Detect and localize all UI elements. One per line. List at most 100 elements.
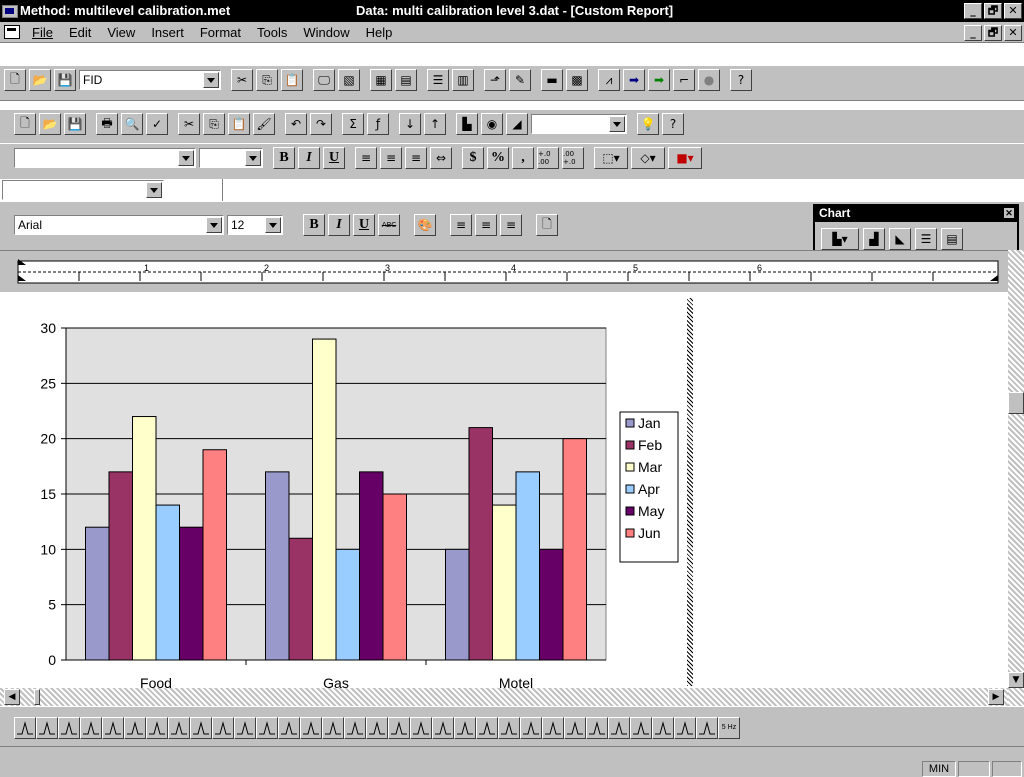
align-right-icon[interactable]: ≡ xyxy=(405,147,427,169)
copy2-icon[interactable]: ⎘ xyxy=(203,113,225,135)
integration-icon[interactable]: ⌐ xyxy=(673,69,695,91)
cut2-icon[interactable]: ✂ xyxy=(178,113,200,135)
bar-jun-food[interactable] xyxy=(202,449,227,661)
open-file-icon[interactable]: 📂 xyxy=(39,113,61,135)
peak-tool-icon[interactable] xyxy=(432,717,454,739)
run-sequence-icon[interactable]: ➡ xyxy=(648,69,670,91)
palette-icon[interactable]: 🎨 xyxy=(414,214,436,236)
name-box[interactable] xyxy=(2,180,164,200)
doc-close-button[interactable]: ✕ xyxy=(1004,25,1022,41)
chevron-down-icon[interactable] xyxy=(178,150,194,166)
page-icon[interactable]: 🗋 xyxy=(536,214,558,236)
bar-feb-gas[interactable] xyxy=(288,537,313,661)
map-icon[interactable]: ◉ xyxy=(481,113,503,135)
peak-tool-icon[interactable] xyxy=(388,717,410,739)
save-icon[interactable]: 💾 xyxy=(54,69,76,91)
spelling-icon[interactable]: ✓ xyxy=(146,113,168,135)
restore-button[interactable]: 🗗 xyxy=(984,3,1002,19)
bar-apr-motel[interactable] xyxy=(515,471,540,661)
peak-tool-icon[interactable] xyxy=(366,717,388,739)
column-divider[interactable] xyxy=(687,298,693,686)
document-icon[interactable] xyxy=(4,25,20,39)
format-painter-icon[interactable]: 🖌 xyxy=(253,113,275,135)
sample-icon[interactable]: ▩ xyxy=(566,69,588,91)
underline-button[interactable]: U xyxy=(323,147,345,169)
bar-may-food[interactable] xyxy=(179,526,204,661)
text-align-right-icon[interactable]: ≡ xyxy=(500,214,522,236)
tipwizard-icon[interactable]: 💡 xyxy=(637,113,659,135)
bar-may-gas[interactable] xyxy=(359,471,384,661)
zoom-select[interactable] xyxy=(531,114,627,134)
menu-view[interactable]: View xyxy=(99,25,143,40)
horizontal-scroll-thumb[interactable] xyxy=(34,689,40,705)
stop-icon[interactable]: ● xyxy=(698,69,720,91)
font-select[interactable] xyxy=(14,148,196,168)
peak-tool-icon[interactable] xyxy=(58,717,80,739)
chevron-down-icon[interactable] xyxy=(146,182,162,198)
report-icon[interactable]: ▥ xyxy=(452,69,474,91)
peak-tool-icon[interactable] xyxy=(322,717,344,739)
scroll-right-icon[interactable]: ▶ xyxy=(988,689,1004,705)
scroll-left-icon[interactable]: ◀ xyxy=(4,689,20,705)
peak-tool-icon[interactable] xyxy=(630,717,652,739)
default-chart-icon[interactable]: ▟ xyxy=(863,228,885,250)
bar-jun-motel[interactable] xyxy=(562,438,587,661)
new-file-icon[interactable]: 🗋 xyxy=(14,113,36,135)
context-help-icon[interactable]: ? xyxy=(662,113,684,135)
peak-tool-icon[interactable] xyxy=(80,717,102,739)
bold-button[interactable]: B xyxy=(273,147,295,169)
detector-select[interactable]: FID xyxy=(79,70,221,90)
legend-icon[interactable]: ▤ xyxy=(941,228,963,250)
doc-restore-button[interactable]: 🗗 xyxy=(984,25,1002,41)
peak-tool-icon[interactable] xyxy=(36,717,58,739)
peak-tool-icon[interactable] xyxy=(498,717,520,739)
bar-feb-motel[interactable] xyxy=(468,427,493,661)
chart[interactable]: 051015202530Food Gas MotelJanFebMarAprMayJ… xyxy=(0,292,1008,688)
peak-tool-icon[interactable] xyxy=(608,717,630,739)
instrument-icon[interactable]: ▬ xyxy=(541,69,563,91)
text-bold-button[interactable]: B xyxy=(303,214,325,236)
bar-feb-food[interactable] xyxy=(108,471,133,661)
peak-tool-icon[interactable] xyxy=(520,717,542,739)
font-color-icon[interactable]: ■▾ xyxy=(668,147,702,169)
chart-type-icon[interactable]: ▙▾ xyxy=(821,228,859,250)
currency-button[interactable]: $ xyxy=(462,147,484,169)
peak-tool-icon[interactable] xyxy=(696,717,718,739)
sort-descending-icon[interactable]: ↑ xyxy=(424,113,446,135)
sort-ascending-icon[interactable]: ↓ xyxy=(399,113,421,135)
peak-tool-icon[interactable] xyxy=(542,717,564,739)
bar-apr-gas[interactable] xyxy=(335,548,360,661)
peak-tool-icon[interactable] xyxy=(212,717,234,739)
calibration-icon[interactable]: ⬏ xyxy=(484,69,506,91)
app-icon[interactable] xyxy=(2,5,18,18)
bar-mar-gas[interactable] xyxy=(312,338,337,661)
copy-icon[interactable]: ⎘ xyxy=(256,69,278,91)
chevron-down-icon[interactable] xyxy=(245,150,261,166)
fill-color-icon[interactable]: ◇▾ xyxy=(631,147,665,169)
help-icon[interactable]: ? xyxy=(730,69,752,91)
peak-tool-icon[interactable] xyxy=(14,717,36,739)
function-icon[interactable]: ƒ xyxy=(367,113,389,135)
italic-button[interactable]: I xyxy=(298,147,320,169)
bar-mar-motel[interactable] xyxy=(492,504,517,661)
merge-center-icon[interactable]: ⇔ xyxy=(430,147,452,169)
font-size-select[interactable] xyxy=(199,148,263,168)
menu-tools[interactable]: Tools xyxy=(249,25,295,40)
peak-tool-icon[interactable] xyxy=(674,717,696,739)
print-icon[interactable]: 🖶 xyxy=(96,113,118,135)
menu-file[interactable]: File xyxy=(24,25,61,40)
menu-edit[interactable]: Edit xyxy=(61,25,99,40)
autosum-icon[interactable]: Σ xyxy=(342,113,364,135)
peak-tool-icon[interactable] xyxy=(476,717,498,739)
vertical-scrollbar[interactable] xyxy=(1008,250,1024,706)
chart-wizard2-icon[interactable]: ◣ xyxy=(889,228,911,250)
minimize-button[interactable]: _ xyxy=(964,3,982,19)
comma-button[interactable]: , xyxy=(512,147,534,169)
paste2-icon[interactable]: 📋 xyxy=(228,113,250,135)
menu-help[interactable]: Help xyxy=(358,25,401,40)
run-arrow-icon[interactable]: ➡ xyxy=(623,69,645,91)
undo-icon[interactable]: ↶ xyxy=(285,113,307,135)
chevron-down-icon[interactable] xyxy=(609,116,625,132)
peak-tool-icon[interactable] xyxy=(454,717,476,739)
cut-icon[interactable]: ✂ xyxy=(231,69,253,91)
